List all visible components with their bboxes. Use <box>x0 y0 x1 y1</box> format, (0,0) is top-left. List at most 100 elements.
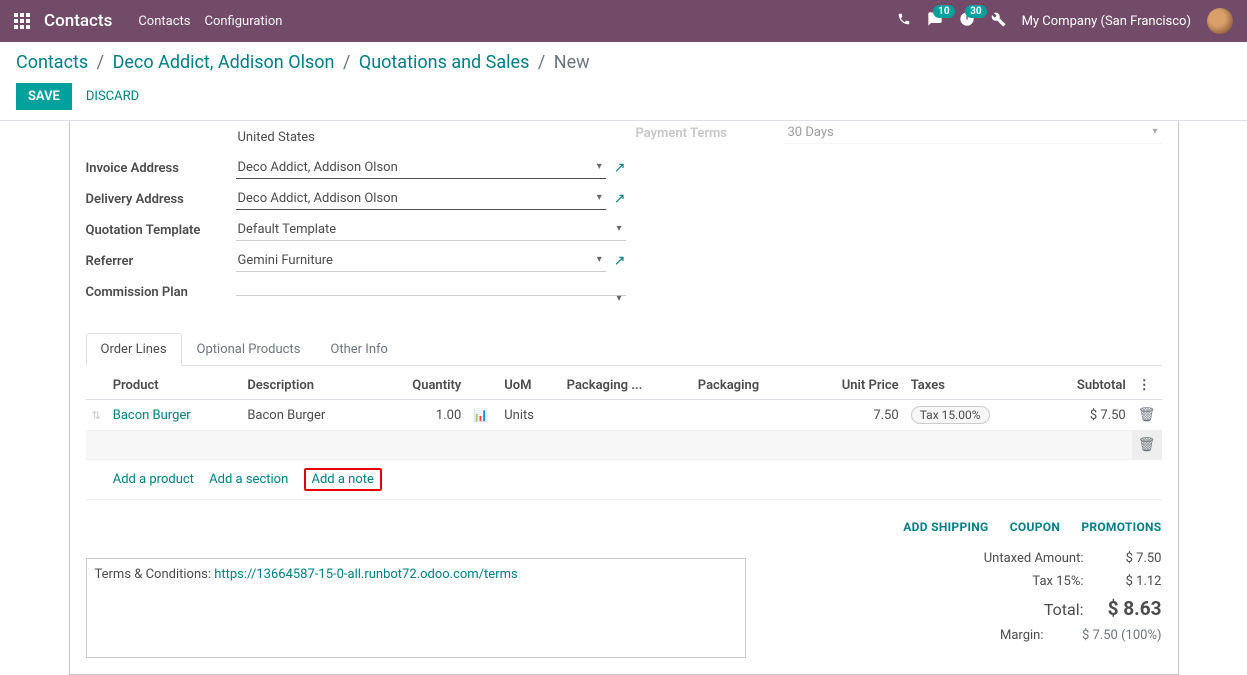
breadcrumb-partner[interactable]: Deco Addict, Addison Olson <box>113 52 335 73</box>
chevron-down-icon: ▾ <box>1152 126 1157 137</box>
invoice-address-label: Invoice Address <box>86 161 236 176</box>
discard-button[interactable]: DISCARD <box>86 89 139 104</box>
country-value: United States <box>236 127 317 148</box>
col-packaging-qty[interactable]: Packaging ... <box>561 372 692 400</box>
view-header: Contacts / Deco Addict, Addison Olson / … <box>0 42 1247 110</box>
cell-packaging[interactable] <box>692 400 802 431</box>
bottom-section: Terms & Conditions: https://13664587-15-… <box>86 520 1162 658</box>
action-buttons: SAVE DISCARD <box>16 83 1231 110</box>
cell-quantity[interactable]: 1.00 <box>376 400 467 431</box>
col-unit-price[interactable]: Unit Price <box>802 372 905 400</box>
breadcrumb: Contacts / Deco Addict, Addison Olson / … <box>16 52 1231 73</box>
commission-plan-row: Commission Plan ▾ <box>86 277 626 307</box>
cell-packaging-qty[interactable] <box>561 400 692 431</box>
chevron-down-icon: ▾ <box>616 223 621 234</box>
col-uom[interactable]: UoM <box>498 372 560 400</box>
tab-other-info[interactable]: Other Info <box>315 333 403 365</box>
chevron-down-icon: ▾ <box>597 161 602 172</box>
referrer-input[interactable]: Gemini Furniture▾ <box>236 250 606 272</box>
cell-product[interactable]: Bacon Burger <box>107 400 242 431</box>
margin-line: Margin: $ 7.50 (100%) <box>802 624 1162 647</box>
cell-description[interactable]: Bacon Burger <box>241 400 376 431</box>
external-link-icon[interactable]: ↗ <box>614 253 626 269</box>
action-row: Add a product Add a section Add a note <box>86 460 1162 500</box>
tab-order-lines[interactable]: Order Lines <box>86 333 182 366</box>
col-quantity[interactable]: Quantity <box>376 372 467 400</box>
quotation-template-label: Quotation Template <box>86 223 236 238</box>
cell-unit-price[interactable]: 7.50 <box>802 400 905 431</box>
messages-icon[interactable]: 10 <box>927 11 943 31</box>
total-line: Total: $ 8.63 <box>802 593 1162 624</box>
delivery-address-input[interactable]: Deco Addict, Addison Olson▾ <box>236 188 606 210</box>
phone-icon[interactable] <box>897 12 911 30</box>
breadcrumb-quotations[interactable]: Quotations and Sales <box>359 52 530 73</box>
invoice-address-input[interactable]: Deco Addict, Addison Olson▾ <box>236 157 606 179</box>
form-left-column: United States Invoice Address Deco Addic… <box>86 121 626 307</box>
tax-line: Tax 15%: $ 1.12 <box>802 570 1162 593</box>
external-link-icon[interactable]: ↗ <box>614 191 626 207</box>
tab-optional-products[interactable]: Optional Products <box>182 333 316 365</box>
col-description[interactable]: Description <box>241 372 376 400</box>
notebook-tabs: Order Lines Optional Products Other Info <box>86 333 1162 366</box>
table-row[interactable]: ⇅ Bacon Burger Bacon Burger 1.00 📊 Units… <box>86 400 1162 431</box>
coupon-link[interactable]: COUPON <box>1010 520 1060 534</box>
col-packaging[interactable]: Packaging <box>692 372 802 400</box>
trash-icon[interactable]: 🗑 <box>1138 407 1156 423</box>
navbar-left: Contacts Contacts Configuration <box>14 11 282 31</box>
tools-icon[interactable] <box>991 12 1006 31</box>
quotation-template-input[interactable]: Default Template▾ <box>236 219 626 241</box>
country-row: United States <box>86 122 626 152</box>
nav-contacts[interactable]: Contacts <box>138 14 190 29</box>
payment-terms-label: Payment Terms <box>636 126 786 141</box>
payment-terms-input[interactable]: 30 Days▾ <box>786 122 1162 144</box>
col-subtotal[interactable]: Subtotal <box>1041 372 1132 400</box>
col-menu[interactable]: ⋮ <box>1132 372 1162 400</box>
terms-input[interactable]: Terms & Conditions: https://13664587-15-… <box>86 558 746 658</box>
company-selector[interactable]: My Company (San Francisco) <box>1022 14 1191 29</box>
forecast-icon[interactable]: 📊 <box>473 408 488 422</box>
nav-configuration[interactable]: Configuration <box>204 14 282 29</box>
chevron-down-icon: ▾ <box>597 192 602 203</box>
add-product-link[interactable]: Add a product <box>113 472 194 487</box>
add-section-link[interactable]: Add a section <box>209 472 288 487</box>
delivery-address-label: Delivery Address <box>86 192 236 207</box>
col-taxes[interactable]: Taxes <box>905 372 1041 400</box>
navbar-right: 10 30 My Company (San Francisco) <box>897 8 1233 34</box>
promotions-link[interactable]: PROMOTIONS <box>1081 520 1161 534</box>
invoice-address-row: Invoice Address Deco Addict, Addison Ols… <box>86 153 626 183</box>
drag-handle-icon[interactable]: ⇅ <box>92 409 101 422</box>
referrer-row: Referrer Gemini Furniture▾ ↗ <box>86 246 626 276</box>
apps-icon[interactable] <box>14 13 30 29</box>
add-note-link[interactable]: Add a note <box>312 472 374 487</box>
main-navbar: Contacts Contacts Configuration 10 30 My… <box>0 0 1247 42</box>
activities-badge: 30 <box>965 5 986 18</box>
cell-subtotal: $ 7.50 <box>1041 400 1132 431</box>
save-button[interactable]: SAVE <box>16 83 72 110</box>
terms-link[interactable]: https://13664587-15-0-all.runbot72.odoo.… <box>214 567 518 582</box>
promo-links: ADD SHIPPING COUPON PROMOTIONS <box>802 520 1162 535</box>
terms-label: Terms & Conditions: <box>95 567 215 582</box>
chevron-down-icon: ▾ <box>597 254 602 265</box>
totals-column: ADD SHIPPING COUPON PROMOTIONS Untaxed A… <box>802 520 1162 647</box>
referrer-label: Referrer <box>86 254 236 269</box>
cell-uom[interactable]: Units <box>498 400 560 431</box>
tax-chip[interactable]: Tax 15.00% <box>911 406 990 424</box>
breadcrumb-contacts[interactable]: Contacts <box>16 52 88 73</box>
form-right-column: Payment Terms 30 Days▾ <box>626 121 1162 307</box>
form-top: United States Invoice Address Deco Addic… <box>86 121 1162 307</box>
form-sheet: United States Invoice Address Deco Addic… <box>69 121 1179 675</box>
col-product[interactable]: Product <box>107 372 242 400</box>
trash-icon[interactable]: 🗑 <box>1138 437 1156 453</box>
empty-row[interactable]: 🗑 <box>86 431 1162 460</box>
app-brand[interactable]: Contacts <box>44 11 112 31</box>
add-shipping-link[interactable]: ADD SHIPPING <box>903 520 988 534</box>
untaxed-line: Untaxed Amount: $ 7.50 <box>802 547 1162 570</box>
user-avatar[interactable] <box>1207 8 1233 34</box>
external-link-icon[interactable]: ↗ <box>614 160 626 176</box>
payment-terms-row: Payment Terms 30 Days▾ <box>636 118 1162 148</box>
chevron-down-icon: ▾ <box>616 293 621 304</box>
breadcrumb-current: New <box>554 52 590 73</box>
activities-icon[interactable]: 30 <box>959 11 975 31</box>
quotation-template-row: Quotation Template Default Template▾ <box>86 215 626 245</box>
commission-plan-input[interactable]: ▾ <box>236 289 626 296</box>
